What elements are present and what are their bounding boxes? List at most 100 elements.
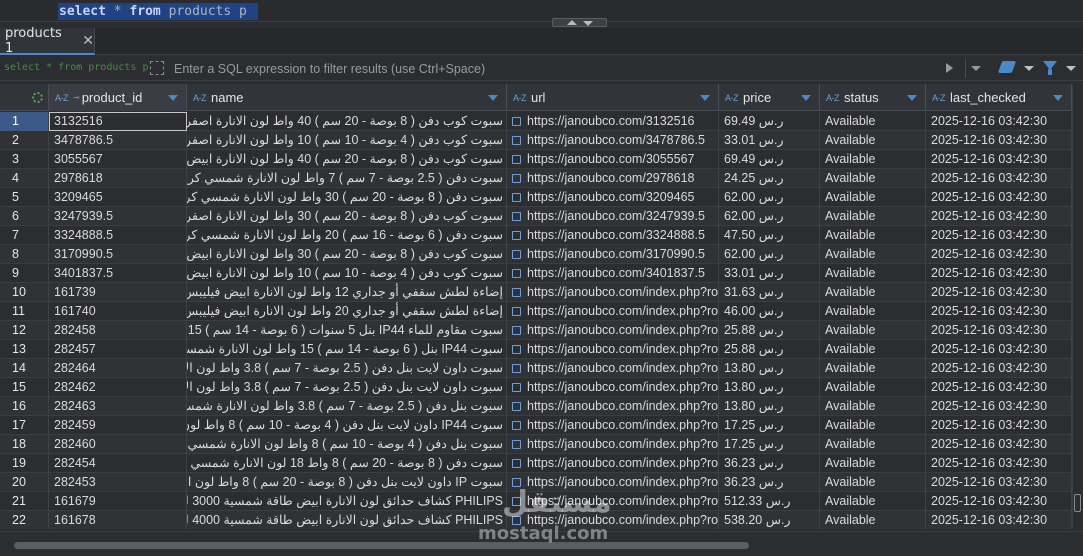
cell-status[interactable]: Available: [820, 188, 926, 207]
cell-name[interactable]: سبوت كوب دفن ( 8 بوصة - 20 سم ) 40 واط ل…: [187, 112, 507, 131]
cell-last-checked[interactable]: 2025-12-16 03:42:30: [926, 112, 1072, 131]
cell-price[interactable]: 46.00 ر.س: [719, 302, 820, 321]
cell-status[interactable]: Available: [820, 302, 926, 321]
cell-url[interactable]: https://janoubco.com/index.php?route: [507, 302, 719, 321]
chevron-down-icon[interactable]: [1066, 66, 1076, 71]
scroll-thumb[interactable]: [14, 542, 749, 549]
link-icon[interactable]: [512, 440, 521, 449]
cell-status[interactable]: Available: [820, 207, 926, 226]
table-row[interactable]: 2 3478786.5 سبوت كوب دفن ( 4 بوصة - 10 سم …: [0, 131, 1072, 150]
column-header-name[interactable]: A-Z name: [187, 84, 507, 111]
cell-price[interactable]: 69.49 ر.س: [719, 150, 820, 169]
cell-status[interactable]: Available: [820, 264, 926, 283]
table-row[interactable]: 4 2978618 سبوت دفن ( 2.5 بوصة - 7 سم ) 7 و…: [0, 169, 1072, 188]
cell-product-id[interactable]: 282462: [49, 378, 187, 397]
cell-product-id[interactable]: 3478786.5: [49, 131, 187, 150]
cell-name[interactable]: سبوت دفن ( 8 بوصة - 20 سم ) 30 واط لون ا…: [187, 188, 507, 207]
cell-last-checked[interactable]: 2025-12-16 03:42:30: [926, 378, 1072, 397]
cell-price[interactable]: 13.80 ر.س: [719, 359, 820, 378]
row-number[interactable]: 11: [0, 302, 49, 321]
row-number[interactable]: 16: [0, 397, 49, 416]
cell-name[interactable]: سبوت بنل دفن ( 4 بوصة - 10 سم ) 8 واط لو…: [187, 435, 507, 454]
cell-product-id[interactable]: 282453: [49, 473, 187, 492]
table-row[interactable]: 9 3401837.5 سبوت كوب دفن ( 4 بوصة - 10 سم …: [0, 264, 1072, 283]
cell-price[interactable]: 25.88 ر.س: [719, 321, 820, 340]
cell-price[interactable]: 47.50 ر.س: [719, 226, 820, 245]
link-icon[interactable]: [512, 516, 521, 525]
row-number[interactable]: 14: [0, 359, 49, 378]
cell-status[interactable]: Available: [820, 340, 926, 359]
link-icon[interactable]: [512, 174, 521, 183]
cell-name[interactable]: سبوت IP داون لايت بنل دفن ( 8 بوصة - 20 …: [187, 473, 507, 492]
table-row[interactable]: 8 3170990.5 سبوت كوب دفن ( 8 بوصة - 20 سم …: [0, 245, 1072, 264]
cell-last-checked[interactable]: 2025-12-16 03:42:30: [926, 207, 1072, 226]
table-row[interactable]: 17 282459 سبوت IP44 داون لايت بنل دفن ( 4 …: [0, 416, 1072, 435]
cell-last-checked[interactable]: 2025-12-16 03:42:30: [926, 283, 1072, 302]
row-number[interactable]: 19: [0, 454, 49, 473]
cell-last-checked[interactable]: 2025-12-16 03:42:30: [926, 492, 1072, 511]
table-row[interactable]: 13 282457 سبوت IP44 بنل ( 6 بوصة - 14 سم )…: [0, 340, 1072, 359]
cell-url[interactable]: https://janoubco.com/3132516: [507, 112, 719, 131]
cell-name[interactable]: سبوت IP44 بنل ( 6 بوصة - 14 سم ) 15 واط …: [187, 340, 507, 359]
cell-url[interactable]: https://janoubco.com/index.php?route: [507, 454, 719, 473]
cell-url[interactable]: https://janoubco.com/index.php?route: [507, 397, 719, 416]
cell-product-id[interactable]: 282454: [49, 454, 187, 473]
cell-last-checked[interactable]: 2025-12-16 03:42:30: [926, 131, 1072, 150]
link-icon[interactable]: [512, 155, 521, 164]
cell-name[interactable]: سبوت داون لايت بنل دفن ( 2.5 بوصة - 7 سم…: [187, 378, 507, 397]
cell-last-checked[interactable]: 2025-12-16 03:42:30: [926, 169, 1072, 188]
table-row[interactable]: 6 3247939.5 سبوت كوب دفن ( 8 بوصة - 20 سم …: [0, 207, 1072, 226]
row-number[interactable]: 18: [0, 435, 49, 454]
table-row[interactable]: 14 282464 سبوت داون لايت بنل دفن ( 2.5 بوص…: [0, 359, 1072, 378]
cell-price[interactable]: 25.88 ر.س: [719, 340, 820, 359]
cell-product-id[interactable]: 3324888.5: [49, 226, 187, 245]
cell-url[interactable]: https://janoubco.com/index.php?route: [507, 340, 719, 359]
row-number[interactable]: 3: [0, 150, 49, 169]
cell-url[interactable]: https://janoubco.com/3247939.5: [507, 207, 719, 226]
cell-status[interactable]: Available: [820, 245, 926, 264]
cell-name[interactable]: سبوت IP44 داون لايت بنل دفن ( 4 بوصة - 1…: [187, 416, 507, 435]
cell-price[interactable]: 13.80 ر.س: [719, 397, 820, 416]
link-icon[interactable]: [512, 288, 521, 297]
table-row[interactable]: 20 282453 سبوت IP داون لايت بنل دفن ( 8 بو…: [0, 473, 1072, 492]
cell-url[interactable]: https://janoubco.com/3324888.5: [507, 226, 719, 245]
row-number[interactable]: 20: [0, 473, 49, 492]
cell-url[interactable]: https://janoubco.com/3170990.5: [507, 245, 719, 264]
row-number[interactable]: 1: [0, 112, 49, 131]
link-icon[interactable]: [512, 117, 521, 126]
cell-price[interactable]: 62.00 ر.س: [719, 188, 820, 207]
link-icon[interactable]: [512, 497, 521, 506]
cell-price[interactable]: 512.33 ر.س: [719, 492, 820, 511]
row-number[interactable]: 2: [0, 131, 49, 150]
row-number[interactable]: 13: [0, 340, 49, 359]
cell-price[interactable]: 33.01 ر.س: [719, 131, 820, 150]
link-icon[interactable]: [512, 364, 521, 373]
cell-status[interactable]: Available: [820, 454, 926, 473]
cell-last-checked[interactable]: 2025-12-16 03:42:30: [926, 511, 1072, 529]
link-icon[interactable]: [512, 459, 521, 468]
table-row[interactable]: 12 282458 سبوت مقاوم للماء IP44 بنل 5 سنوا…: [0, 321, 1072, 340]
link-icon[interactable]: [512, 383, 521, 392]
row-number[interactable]: 9: [0, 264, 49, 283]
cell-name[interactable]: PHILIPS كشاف حدائق لون الانارة ابيض طاقة…: [187, 511, 507, 529]
column-header-price[interactable]: A-Z price: [719, 84, 820, 111]
sql-query-text[interactable]: select * from products p: [59, 3, 247, 20]
row-number[interactable]: 12: [0, 321, 49, 340]
cell-status[interactable]: Available: [820, 435, 926, 454]
eraser-icon[interactable]: [997, 61, 1017, 73]
cell-name[interactable]: سبوت دفن ( 6 بوصة - 16 سم ) 20 واط لون ا…: [187, 226, 507, 245]
cell-last-checked[interactable]: 2025-12-16 03:42:30: [926, 340, 1072, 359]
cell-product-id[interactable]: 282458: [49, 321, 187, 340]
cell-status[interactable]: Available: [820, 112, 926, 131]
link-icon[interactable]: [512, 212, 521, 221]
link-icon[interactable]: [512, 193, 521, 202]
horizontal-scrollbar[interactable]: [0, 531, 1083, 556]
link-icon[interactable]: [512, 307, 521, 316]
gear-icon[interactable]: [32, 92, 43, 103]
cell-last-checked[interactable]: 2025-12-16 03:42:30: [926, 245, 1072, 264]
filter-history-dropdown[interactable]: [965, 59, 985, 78]
sort-arrow-icon[interactable]: [168, 95, 178, 101]
cell-name[interactable]: سبوت دفن ( 8 بوصة - 20 سم ) 8 واط 18 لون…: [187, 454, 507, 473]
cell-url[interactable]: https://janoubco.com/index.php?route: [507, 511, 719, 529]
cell-last-checked[interactable]: 2025-12-16 03:42:30: [926, 454, 1072, 473]
